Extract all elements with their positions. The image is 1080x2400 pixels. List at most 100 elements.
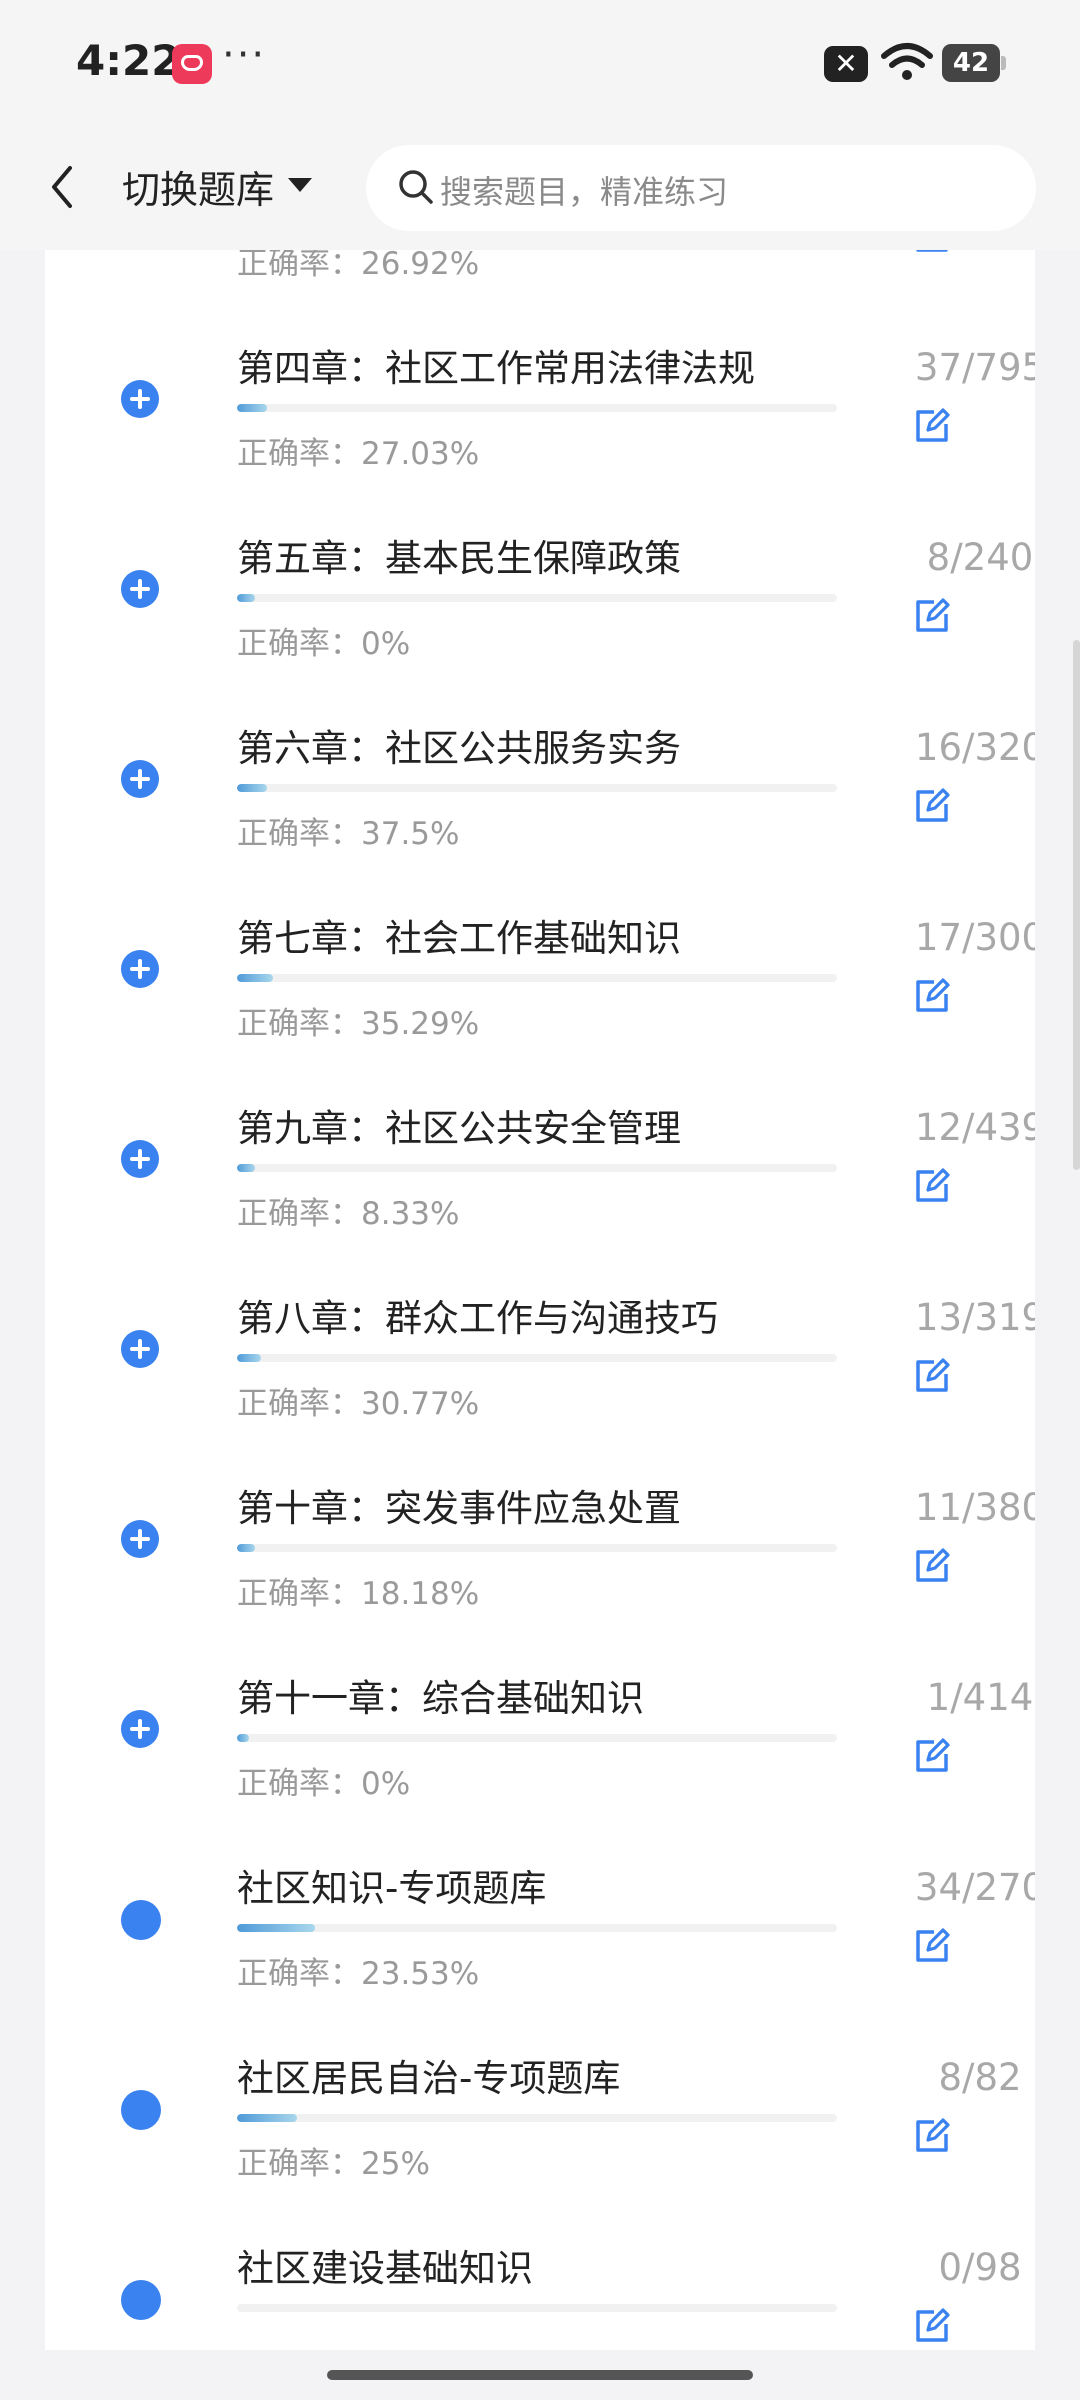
progress-bar [237, 2114, 837, 2122]
accuracy-label: 正确率： [237, 2146, 361, 2182]
plus-circle-icon[interactable] [121, 760, 159, 798]
chapter-row[interactable]: 第八章：群众工作与沟通技巧正确率：30.77% 13/319 [45, 1238, 1035, 1428]
question-count: 8/82 [938, 2056, 1022, 2099]
progress-fill [237, 1164, 255, 1172]
accuracy-value: 37.5% [361, 816, 460, 852]
progress-fill [237, 784, 267, 792]
question-count: 13/319 [914, 1296, 1035, 1339]
accuracy-value: 26.92% [361, 250, 480, 282]
chapter-row[interactable]: 第七章：社会工作基础知识 正确率：35.29% 17/300 [45, 858, 1035, 1048]
accuracy-label: 正确率： [237, 816, 361, 852]
chapter-title: 第十一章：综合基础知识 [237, 1677, 644, 1720]
progress-bar [237, 404, 837, 412]
accuracy-value: 25% [361, 2146, 430, 2182]
edit-icon[interactable] [912, 596, 952, 636]
chapter-row[interactable]: 社区知识-专项题库 正确率：23.53% 34/270 [45, 1808, 1035, 1998]
accuracy-label: 正确率： [237, 1956, 361, 1992]
accuracy-value: 0% [361, 1766, 411, 1802]
chapter-row[interactable]: 第四章：社区工作常用法律法规 正确率：27.03% 37/795 [45, 288, 1035, 478]
chapter-row[interactable]: 第九章：社区公共安全管理 正确率：8.33% 12/439 [45, 1048, 1035, 1238]
chapter-row[interactable]: 社区建设基础知识 0/98 [45, 2188, 1035, 2350]
chapter-row[interactable]: 第十一章：综合基础知识 正确率：0% 1/414 [45, 1618, 1035, 1808]
question-count: 37/795 [914, 346, 1035, 389]
accuracy-rate: 正确率：23.53% [237, 1948, 479, 1993]
progress-bar [237, 974, 837, 982]
edit-icon[interactable] [912, 250, 952, 256]
chapter-title: 社区建设基础知识 [237, 2247, 533, 2290]
dot-icon[interactable] [121, 1900, 161, 1940]
accuracy-value: 35.29% [361, 1006, 480, 1042]
chapter-row[interactable]: 社区居民自治-专项题库 正确率：25% 8/82 [45, 1998, 1035, 2188]
edit-icon[interactable] [912, 2306, 952, 2346]
accuracy-rate: 正确率：0% [237, 618, 410, 663]
accuracy-value: 0% [361, 626, 411, 662]
progress-bar [237, 2304, 837, 2312]
progress-fill [237, 1544, 255, 1552]
edit-icon[interactable] [912, 406, 952, 446]
chapter-title: 第七章：社会工作基础知识 [237, 917, 681, 960]
accuracy-value: 30.77% [361, 1386, 480, 1422]
accuracy-rate: 正确率：35.29% [237, 998, 479, 1043]
plus-circle-icon[interactable] [121, 1140, 159, 1178]
switch-bank-button[interactable]: 切换题库 [122, 159, 274, 214]
home-indicator[interactable] [327, 2370, 753, 2380]
plus-circle-icon[interactable] [121, 1330, 159, 1368]
caret-down-icon[interactable] [288, 178, 312, 192]
chapter-title: 第十章：突发事件应急处置 [237, 1487, 681, 1530]
accuracy-value: 27.03% [361, 436, 480, 472]
edit-icon[interactable] [912, 1356, 952, 1396]
question-count: 17/300 [914, 916, 1035, 959]
chapter-row[interactable]: 正确率：26.92% [45, 250, 1035, 288]
progress-bar [237, 1544, 837, 1552]
accuracy-label: 正确率： [237, 1386, 361, 1422]
accuracy-value: 8.33% [361, 1196, 460, 1232]
progress-bar [237, 594, 837, 602]
accuracy-rate: 正确率：8.33% [237, 1188, 459, 1233]
chapter-row[interactable]: 第五章：基本民生保障政策 正确率：0% 8/240 [45, 478, 1035, 668]
plus-circle-icon[interactable] [121, 1520, 159, 1558]
edit-icon[interactable] [912, 976, 952, 1016]
search-input[interactable]: 搜索题目，精准练习 [366, 145, 1036, 231]
plus-circle-icon[interactable] [121, 950, 159, 988]
question-count: 11/380 [914, 1486, 1035, 1529]
accuracy-label: 正确率： [237, 1196, 361, 1232]
accuracy-rate: 正确率：18.18% [237, 1568, 479, 1613]
progress-bar [237, 1164, 837, 1172]
accuracy-rate: 正确率：27.03% [237, 428, 479, 473]
edit-icon[interactable] [912, 1736, 952, 1776]
plus-circle-icon[interactable] [121, 1710, 159, 1748]
plus-circle-icon[interactable] [121, 380, 159, 418]
edit-icon[interactable] [912, 1166, 952, 1206]
progress-bar [237, 784, 837, 792]
accuracy-label: 正确率： [237, 436, 361, 472]
accuracy-label: 正确率： [237, 1766, 361, 1802]
accuracy-value: 18.18% [361, 1576, 480, 1612]
dot-icon[interactable] [121, 2090, 161, 2130]
question-count: 12/439 [914, 1106, 1035, 1149]
scrollbar[interactable] [1073, 640, 1080, 1170]
app-notification-icon [172, 44, 212, 84]
edit-icon[interactable] [912, 1926, 952, 1966]
edit-icon[interactable] [912, 786, 952, 826]
accuracy-rate: 正确率：37.5% [237, 808, 459, 853]
chapter-title: 第六章：社区公共服务实务 [237, 727, 681, 770]
search-placeholder: 搜索题目，精准练习 [440, 173, 729, 211]
plus-circle-icon[interactable] [121, 570, 159, 608]
search-icon [399, 170, 433, 204]
wifi-icon [881, 43, 933, 80]
question-count: 8/240 [926, 536, 1034, 579]
dot-icon[interactable] [121, 2280, 161, 2320]
edit-icon[interactable] [912, 1546, 952, 1586]
accuracy-rate: 正确率：25% [237, 2138, 430, 2183]
chapter-title: 第八章：群众工作与沟通技巧 [237, 1297, 718, 1340]
question-count: 0/98 [938, 2246, 1022, 2289]
progress-fill [237, 404, 267, 412]
battery-icon: 42 [942, 44, 1006, 82]
back-arrow-icon[interactable] [42, 160, 82, 214]
chapter-list: 正确率：26.92% 第四章：社区工作常用法律法规 正确率：27.03% 37/795… [45, 250, 1035, 2350]
accuracy-rate: 正确率：26.92% [237, 250, 479, 283]
accuracy-label: 正确率： [237, 1006, 361, 1042]
edit-icon[interactable] [912, 2116, 952, 2156]
chapter-row[interactable]: 第十章：突发事件应急处置 正确率：18.18% 11/380 [45, 1428, 1035, 1618]
chapter-row[interactable]: 第六章：社区公共服务实务 正确率：37.5% 16/320 [45, 668, 1035, 858]
